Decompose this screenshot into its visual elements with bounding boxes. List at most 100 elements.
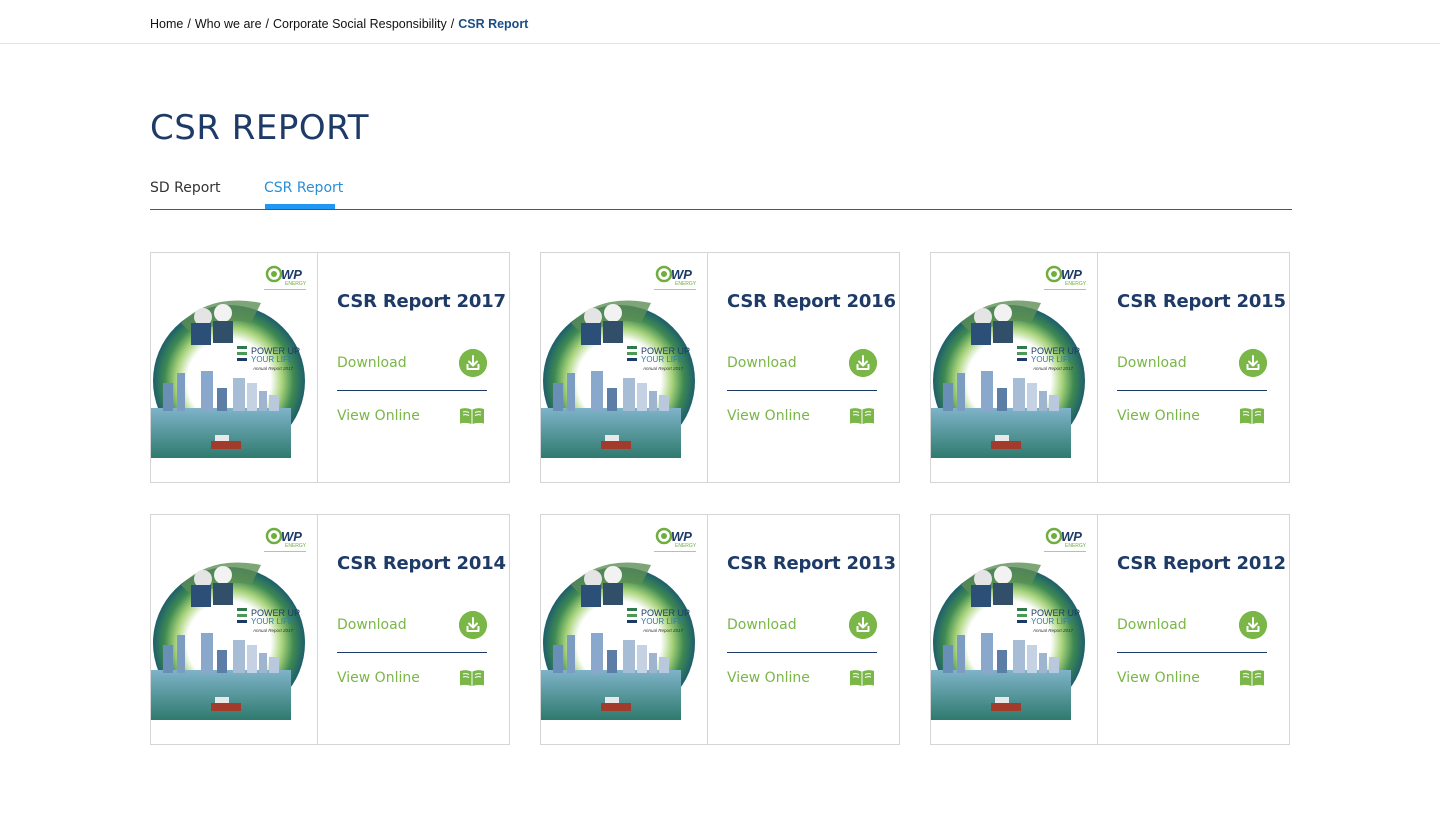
download-link[interactable]: Download [727, 349, 877, 379]
view-online-link[interactable]: View Online [337, 402, 487, 432]
svg-text:ENERGY: ENERGY [675, 543, 697, 549]
book-icon[interactable] [1239, 669, 1265, 687]
svg-text:WP: WP [671, 267, 692, 282]
download-link[interactable]: Download [1117, 349, 1267, 379]
svg-text:Annual Report 2017: Annual Report 2017 [1032, 366, 1074, 371]
divider [1117, 390, 1267, 391]
report-cover[interactable]: WP ENERGY POWER UP YOUR LIFE Annual Repo… [151, 515, 318, 744]
divider [337, 390, 487, 391]
view-online-label[interactable]: View Online [1117, 670, 1200, 686]
view-online-link[interactable]: View Online [337, 664, 487, 694]
download-label[interactable]: Download [727, 617, 797, 633]
download-label[interactable]: Download [1117, 617, 1187, 633]
svg-text:YOUR LIFE: YOUR LIFE [1031, 355, 1073, 364]
download-label[interactable]: Download [727, 355, 797, 371]
tab-sd-report[interactable]: SD Report [150, 180, 221, 196]
breadcrumb-csr[interactable]: Corporate Social Responsibility [273, 17, 447, 31]
active-tab-indicator [265, 204, 335, 209]
svg-text:WP: WP [281, 529, 302, 544]
breadcrumb-home[interactable]: Home [150, 17, 183, 31]
report-cover[interactable]: WP ENERGY POWER UP YOUR LIFE Annual Repo… [931, 253, 1098, 482]
view-online-label[interactable]: View Online [337, 670, 420, 686]
report-card: WP ENERGY POWER UP YOUR LIFE Annual Repo… [150, 514, 510, 745]
view-online-link[interactable]: View Online [1117, 402, 1267, 432]
download-label[interactable]: Download [337, 355, 407, 371]
view-online-link[interactable]: View Online [1117, 664, 1267, 694]
svg-text:YOUR LIFE: YOUR LIFE [1031, 617, 1073, 626]
svg-text:Annual Report 2017: Annual Report 2017 [642, 366, 684, 371]
report-title: CSR Report 2017 [337, 291, 506, 312]
download-link[interactable]: Download [1117, 611, 1267, 641]
report-card: WP ENERGY POWER UP YOUR LIFE Annual Repo… [540, 514, 900, 745]
svg-text:WP: WP [1061, 529, 1082, 544]
report-cover[interactable]: WP ENERGY POWER UP YOUR LIFE Annual Repo… [541, 515, 708, 744]
report-cover[interactable]: WP ENERGY POWER UP YOUR LIFE Annual Repo… [151, 253, 318, 482]
report-tabs: SD Report CSR Report [150, 178, 1292, 210]
divider [727, 390, 877, 391]
view-online-label[interactable]: View Online [727, 670, 810, 686]
breadcrumb-bar: Home / Who we are / Corporate Social Respons… [0, 0, 1440, 44]
download-link[interactable]: Download [337, 349, 487, 379]
divider [337, 652, 487, 653]
view-online-label[interactable]: View Online [1117, 408, 1200, 424]
svg-text:ENERGY: ENERGY [1065, 543, 1087, 549]
view-online-label[interactable]: View Online [727, 408, 810, 424]
report-card: WP ENERGY POWER UP YOUR LIFE Annual Repo… [930, 514, 1290, 745]
svg-text:Annual Report 2017: Annual Report 2017 [642, 628, 684, 633]
breadcrumb-who-we-are[interactable]: Who we are [195, 17, 262, 31]
breadcrumb-current: CSR Report [458, 17, 529, 31]
download-label[interactable]: Download [1117, 355, 1187, 371]
svg-text:ENERGY: ENERGY [675, 281, 697, 287]
download-icon[interactable] [459, 349, 487, 377]
svg-text:ENERGY: ENERGY [1065, 281, 1087, 287]
svg-text:Annual Report 2017: Annual Report 2017 [252, 366, 294, 371]
report-title: CSR Report 2014 [337, 553, 506, 574]
book-icon[interactable] [1239, 407, 1265, 425]
breadcrumb-separator: / [450, 17, 455, 31]
svg-text:Annual Report 2017: Annual Report 2017 [252, 628, 294, 633]
svg-text:ENERGY: ENERGY [285, 543, 307, 549]
report-title: CSR Report 2012 [1117, 553, 1286, 574]
svg-text:YOUR LIFE: YOUR LIFE [251, 617, 293, 626]
book-icon[interactable] [459, 669, 485, 687]
report-title: CSR Report 2013 [727, 553, 896, 574]
breadcrumb-separator: / [187, 17, 191, 31]
book-icon[interactable] [459, 407, 485, 425]
report-card: WP ENERGY POWER UP YOUR LIFE Annual Repo… [150, 252, 510, 483]
download-icon[interactable] [459, 611, 487, 639]
report-cover-art: WP ENERGY POWER UP YOUR LIFE Annual Repo… [931, 265, 1087, 458]
report-cover-art: WP ENERGY POWER UP YOUR LIFE Annual Repo… [151, 265, 307, 458]
divider [727, 652, 877, 653]
breadcrumb-separator: / [265, 17, 270, 31]
svg-text:WP: WP [1061, 267, 1082, 282]
svg-text:WP: WP [281, 267, 302, 282]
svg-text:WP: WP [671, 529, 692, 544]
view-online-link[interactable]: View Online [727, 402, 877, 432]
download-link[interactable]: Download [727, 611, 877, 641]
svg-text:YOUR LIFE: YOUR LIFE [641, 355, 683, 364]
tab-csr-report[interactable]: CSR Report [264, 180, 343, 196]
download-icon[interactable] [1239, 611, 1267, 639]
view-online-link[interactable]: View Online [727, 664, 877, 694]
report-cover-art: WP ENERGY POWER UP YOUR LIFE Annual Repo… [931, 527, 1087, 720]
breadcrumb: Home / Who we are / Corporate Social Respons… [150, 17, 528, 31]
download-icon[interactable] [849, 349, 877, 377]
svg-text:Annual Report 2017: Annual Report 2017 [1032, 628, 1074, 633]
download-icon[interactable] [849, 611, 877, 639]
view-online-label[interactable]: View Online [337, 408, 420, 424]
download-icon[interactable] [1239, 349, 1267, 377]
report-title: CSR Report 2015 [1117, 291, 1286, 312]
book-icon[interactable] [849, 669, 875, 687]
report-cover[interactable]: WP ENERGY POWER UP YOUR LIFE Annual Repo… [931, 515, 1098, 744]
page-title: CSR REPORT [150, 108, 370, 148]
download-label[interactable]: Download [337, 617, 407, 633]
report-cover[interactable]: WP ENERGY POWER UP YOUR LIFE Annual Repo… [541, 253, 708, 482]
report-cover-art: WP ENERGY POWER UP YOUR LIFE Annual Repo… [541, 265, 697, 458]
book-icon[interactable] [849, 407, 875, 425]
svg-text:ENERGY: ENERGY [285, 281, 307, 287]
report-cover-art: WP ENERGY POWER UP YOUR LIFE Annual Repo… [541, 527, 697, 720]
download-link[interactable]: Download [337, 611, 487, 641]
divider [1117, 652, 1267, 653]
svg-text:YOUR LIFE: YOUR LIFE [251, 355, 293, 364]
report-title: CSR Report 2016 [727, 291, 896, 312]
